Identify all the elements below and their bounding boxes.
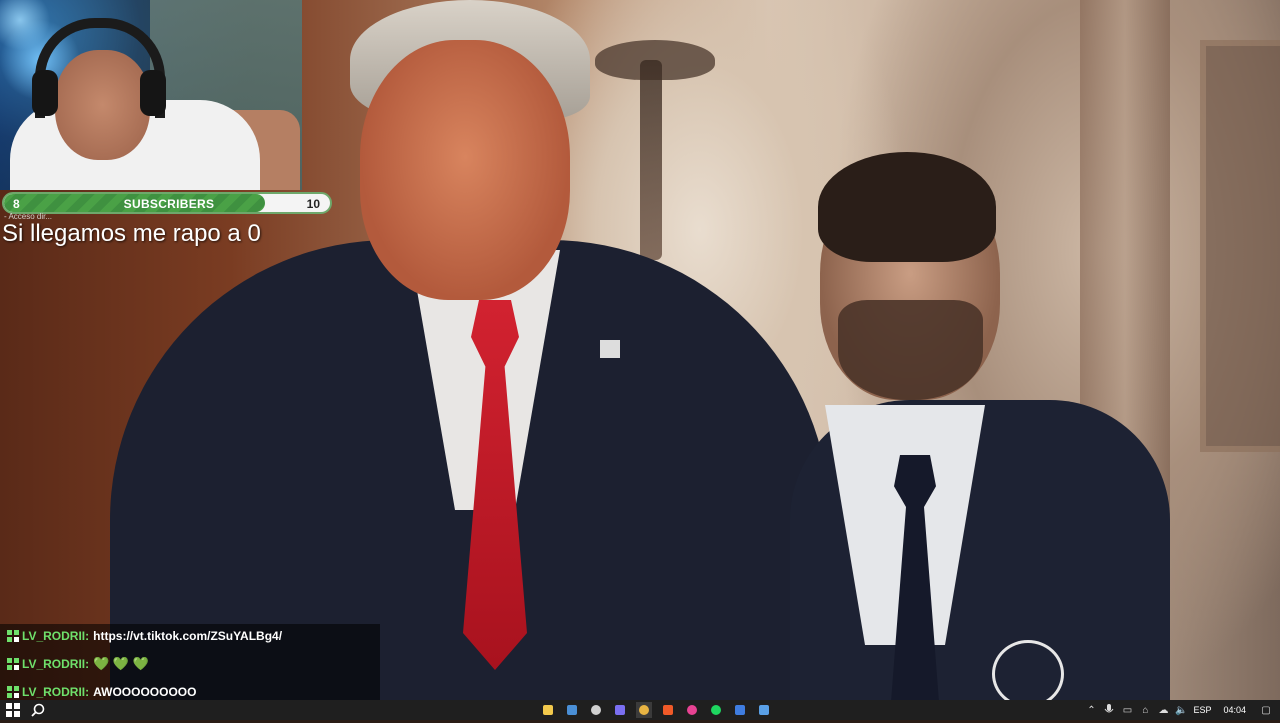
language-indicator[interactable]: ESP [1193, 705, 1211, 715]
subscriber-goal-bar: SUBSCRIBERS 8 10 [2, 192, 332, 214]
left-person-face [360, 40, 570, 300]
cloud-icon[interactable]: ☁ [1157, 704, 1169, 716]
chrome-icon[interactable] [636, 702, 652, 718]
steam-2-icon[interactable] [756, 702, 772, 718]
brave-glyph [663, 705, 673, 715]
file-explorer-glyph [543, 705, 553, 715]
microphone-icon[interactable] [1103, 704, 1115, 716]
steam-glyph [567, 705, 577, 715]
steam-icon[interactable] [564, 702, 580, 718]
subscriber-goal-count: 10 [306, 197, 320, 211]
chat-username: LV_RODRII: [22, 685, 90, 699]
obs-icon[interactable] [588, 702, 604, 718]
goal-caption: Si llegamos me rapo a 0 [2, 220, 261, 247]
vpn-glyph [735, 705, 745, 715]
spotify-icon[interactable] [708, 702, 724, 718]
spotify-glyph [711, 705, 721, 715]
windows-taskbar: ⌃ ▭ ⌂ ☁ 🔈 ESP 04:04 ▢ [0, 700, 1280, 720]
media-player-icon[interactable] [684, 702, 700, 718]
steam-2-glyph [759, 705, 769, 715]
streamer-webcam [0, 0, 302, 190]
chat-username: LV_RODRII: [22, 629, 90, 643]
chat-text: AWOOOOOOOOO [93, 685, 197, 699]
background-lamp-stem [640, 60, 662, 260]
discord-icon[interactable] [612, 702, 628, 718]
green-heart-icons: 💚 💚 💚 [93, 656, 149, 671]
clock[interactable]: 04:04 [1223, 705, 1246, 715]
user-badge-icon [6, 685, 20, 699]
chrome-glyph [639, 705, 649, 715]
flag-pin-icon [600, 340, 620, 358]
user-badge-icon [6, 657, 20, 671]
network-icon[interactable]: ⌂ [1139, 704, 1151, 716]
media-player-glyph [687, 705, 697, 715]
chat-overlay: LV_RODRII: https://vt.tiktok.com/ZSuYALB… [0, 624, 380, 700]
right-person-beard [838, 300, 983, 400]
display-icon[interactable]: ▭ [1121, 704, 1133, 716]
chat-message: LV_RODRII: 💚 💚 💚 [6, 653, 153, 675]
headset-ear-right [140, 70, 166, 116]
discord-glyph [615, 705, 625, 715]
taskbar-pinned-apps [540, 702, 772, 718]
windows-start-icon[interactable] [6, 703, 20, 717]
chat-message: LV_RODRII: https://vt.tiktok.com/ZSuYALB… [6, 625, 282, 647]
user-badge-icon [6, 629, 20, 643]
notifications-icon[interactable]: ▢ [1260, 704, 1272, 716]
right-person-hair [818, 152, 996, 262]
subscriber-current-count: 8 [13, 197, 20, 211]
club-badge-icon [992, 640, 1064, 700]
file-explorer-icon[interactable] [540, 702, 556, 718]
vpn-icon[interactable] [732, 702, 748, 718]
search-icon[interactable] [30, 702, 46, 718]
headset-ear-left [32, 70, 58, 116]
background-frame [1200, 40, 1280, 452]
system-tray: ⌃ ▭ ⌂ ☁ 🔈 ESP 04:04 ▢ [1085, 700, 1272, 720]
speaker-icon[interactable]: 🔈 [1175, 704, 1187, 716]
chat-text: https://vt.tiktok.com/ZSuYALBg4/ [93, 629, 283, 643]
chevron-up-icon[interactable]: ⌃ [1085, 704, 1097, 716]
chat-username: LV_RODRII: [22, 657, 90, 671]
brave-icon[interactable] [660, 702, 676, 718]
subscriber-goal-label: SUBSCRIBERS [123, 197, 215, 211]
obs-glyph [591, 705, 601, 715]
